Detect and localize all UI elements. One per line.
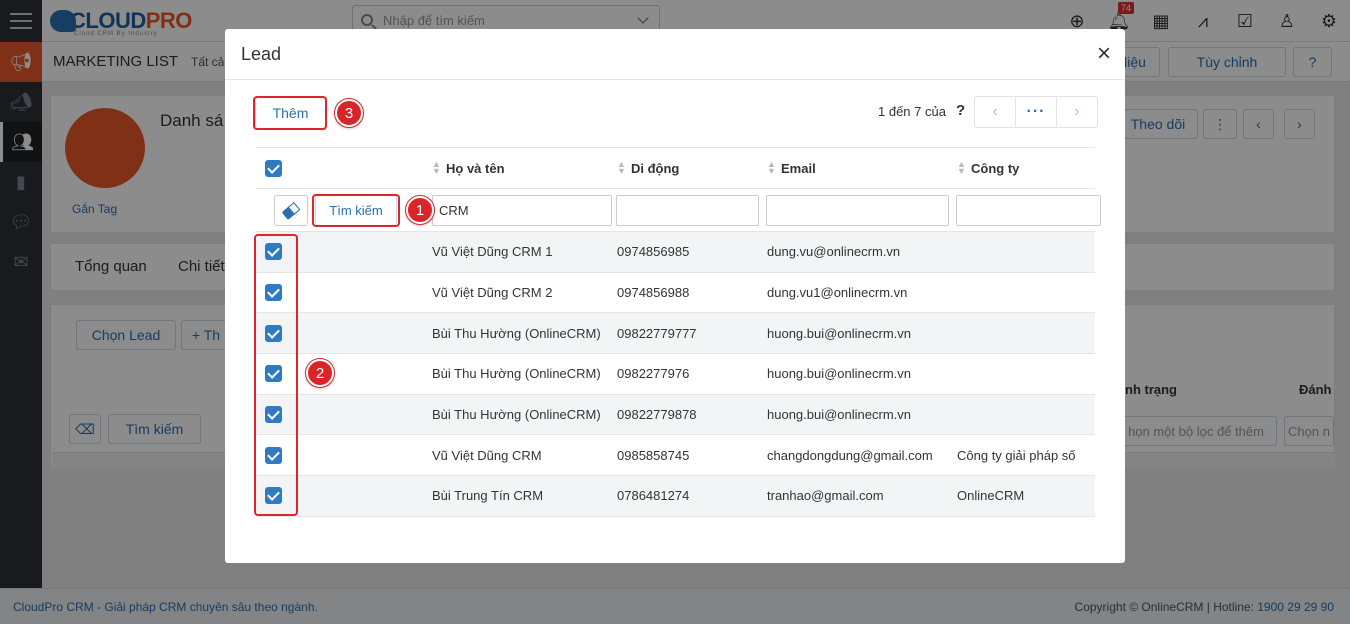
table-row[interactable]: Bùi Thu Hường (OnlineCRM) 09822779777 hu… (256, 313, 1095, 355)
pager-prev-icon[interactable]: ‹ (975, 97, 1015, 127)
filter-company-input[interactable] (956, 195, 1101, 226)
table-row[interactable]: Bùi Trung Tín CRM 0786481274 tranhao@gma… (256, 476, 1095, 517)
col-name-header[interactable]: ▲ ▼ Họ và tên (432, 148, 612, 188)
cell-name[interactable]: Vũ Việt Dũng CRM 2 (432, 273, 612, 313)
cell-phone: 0974856988 (617, 285, 690, 301)
eraser-icon (281, 201, 301, 220)
cell-email: dung.vu1@onlinecrm.vn (767, 285, 908, 301)
highlight-add (253, 96, 327, 130)
filter-phone-input[interactable] (616, 195, 759, 226)
pager-info: 1 đến 7 của (878, 104, 946, 119)
table-row[interactable]: Vũ Việt Dũng CRM 1 0974856985 dung.vu@on… (256, 232, 1095, 273)
cell-company (957, 313, 1095, 353)
modal-header: Lead × (225, 29, 1125, 80)
cell-company (957, 395, 1095, 435)
filter-email-input[interactable] (766, 195, 949, 226)
cell-company: OnlineCRM (957, 488, 1025, 504)
sort-icon: ▲ ▼ (432, 159, 441, 176)
sort-icon: ▲ ▼ (957, 159, 966, 176)
cell-company: Công ty giải pháp số (957, 447, 1076, 463)
col-company-header[interactable]: ▲ ▼ Công ty (957, 148, 1095, 188)
cell-name[interactable]: Vũ Việt Dũng CRM (432, 435, 612, 475)
cell-email: huong.bui@onlinecrm.vn (767, 325, 912, 341)
cell-phone: 0985858745 (617, 447, 690, 463)
cell-email: huong.bui@onlinecrm.vn (767, 366, 912, 382)
col-email-header[interactable]: ▲ ▼ Email (767, 148, 952, 188)
select-all-checkbox[interactable] (265, 159, 282, 177)
cell-name[interactable]: Bùi Thu Hường (OnlineCRM) (432, 395, 612, 435)
table-row[interactable]: Bùi Thu Hường (OnlineCRM) 09822779878 hu… (256, 394, 1095, 436)
cell-phone: 09822779777 (617, 325, 697, 341)
highlight-checkboxes (254, 234, 298, 516)
modal-title: Lead (241, 44, 282, 64)
pager-next-icon[interactable]: › (1057, 97, 1097, 127)
col-phone-header[interactable]: ▲ ▼ Di động (617, 148, 762, 188)
cell-company (957, 232, 1095, 272)
cell-phone: 0786481274 (617, 488, 690, 504)
table-row[interactable]: Bùi Thu Hường (OnlineCRM) 0982277976 huo… (256, 354, 1095, 395)
cell-phone: 0974856985 (617, 244, 690, 260)
lead-modal: Lead × Thêm 3 1 đến 7 của ? ‹ ··· › ▲ ▼ Họ… (225, 29, 1125, 563)
pager: ‹ ··· › (974, 96, 1098, 128)
cell-phone: 09822779878 (617, 407, 697, 423)
clear-filter-button[interactable] (274, 195, 308, 226)
cell-company (957, 354, 1095, 394)
cell-phone: 0982277976 (617, 366, 690, 382)
close-icon[interactable]: × (1097, 40, 1111, 68)
cell-email: dung.vu@onlinecrm.vn (767, 244, 901, 260)
table-row[interactable]: Vũ Việt Dũng CRM 2 0974856988 dung.vu1@o… (256, 273, 1095, 314)
filter-name-input[interactable]: CRM (432, 195, 612, 226)
cell-name[interactable]: Vũ Việt Dũng CRM 1 (432, 232, 612, 272)
table-header-row: ▲ ▼ Họ và tên ▲ ▼ Di động ▲ ▼ Email ▲ ▼ Công ty (256, 147, 1095, 189)
cell-email: changdongdung@gmail.com (767, 447, 933, 463)
cell-name[interactable]: Bùi Thu Hường (OnlineCRM) (432, 354, 612, 394)
cell-name[interactable]: Bùi Thu Hường (OnlineCRM) (432, 313, 612, 353)
sort-icon: ▲ ▼ (767, 159, 776, 176)
cell-email: huong.bui@onlinecrm.vn (767, 407, 912, 423)
cell-company (957, 273, 1095, 313)
cell-name[interactable]: Bùi Trung Tín CRM (432, 476, 612, 516)
callout-3: 3 (335, 99, 363, 127)
table-row[interactable]: Vũ Việt Dũng CRM 0985858745 changdongdun… (256, 435, 1095, 477)
callout-2: 2 (306, 359, 334, 387)
cell-email: tranhao@gmail.com (767, 488, 884, 504)
highlight-search (312, 194, 400, 227)
pager-more-button[interactable]: ··· (1015, 97, 1057, 127)
sort-icon: ▲ ▼ (617, 159, 626, 176)
callout-1: 1 (406, 196, 434, 224)
pager-help-icon[interactable]: ? (956, 102, 965, 119)
